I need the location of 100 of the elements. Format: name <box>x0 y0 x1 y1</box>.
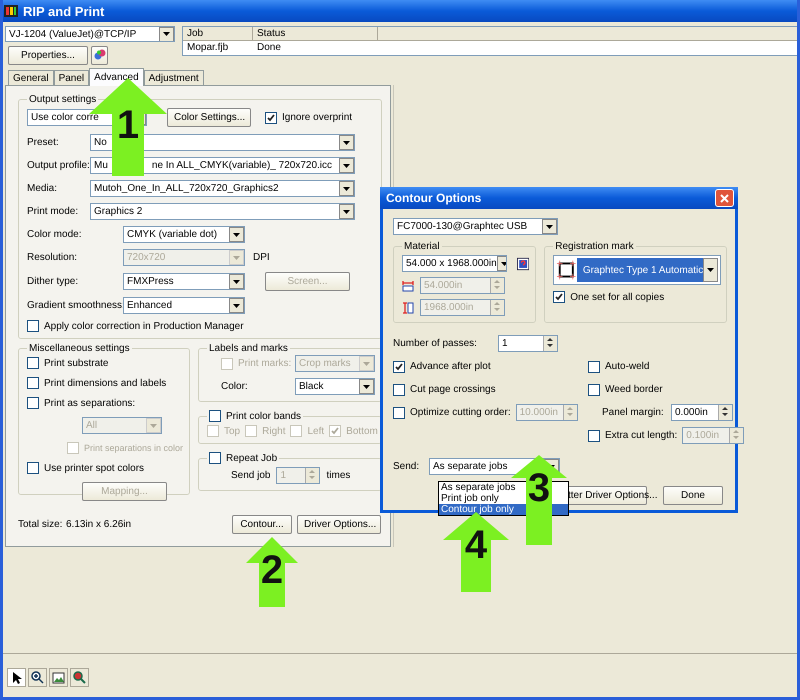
window-title: RIP and Print <box>23 4 104 18</box>
registration-mark-dropdown[interactable]: Graphtec Type 1 Automatic <box>553 255 722 285</box>
field-label: Number of passes: <box>393 338 478 349</box>
checkbox[interactable] <box>553 291 566 303</box>
checkbox-label: Print separations in color <box>84 443 184 453</box>
close-icon <box>720 194 729 202</box>
app-icon <box>4 5 18 17</box>
field-label: Preset: <box>27 137 60 148</box>
group-title: Miscellaneous settings <box>28 343 131 354</box>
caret-icon <box>343 164 350 168</box>
group-title: Material <box>403 241 441 252</box>
field-label: Panel margin: <box>601 407 664 418</box>
unit-label: times <box>326 470 350 481</box>
table-cell-text: Done <box>256 41 282 54</box>
caret-icon <box>233 256 240 260</box>
checkbox[interactable] <box>588 430 600 442</box>
checkbox-label: Right <box>262 426 286 436</box>
checkbox-label: Print color bands <box>226 410 302 422</box>
checkbox-label: Auto-weld <box>605 361 650 372</box>
cursor-icon <box>12 672 22 684</box>
caret-icon <box>343 210 350 214</box>
checkbox[interactable] <box>588 384 600 396</box>
checkbox[interactable] <box>27 377 39 389</box>
registration-mark-icon <box>556 259 577 281</box>
checkbox-label: Ignore overprint <box>282 112 352 123</box>
picture-icon <box>52 672 65 684</box>
checkbox[interactable] <box>209 410 221 422</box>
dropdown-field[interactable]: FMXPress <box>123 273 245 290</box>
checkbox-label: One set for all copies <box>570 292 664 302</box>
checkbox[interactable] <box>27 320 39 332</box>
tab[interactable]: Adjustment <box>144 70 204 85</box>
tab[interactable]: General <box>8 70 54 85</box>
column-header[interactable]: Job <box>183 27 253 40</box>
caret-icon <box>343 186 350 190</box>
image-tool[interactable] <box>49 668 68 687</box>
dropdown-field[interactable]: CMYK (variable dot) <box>123 226 245 243</box>
checkbox[interactable] <box>27 357 39 369</box>
checkbox[interactable] <box>588 360 600 372</box>
zoom-tool[interactable] <box>28 668 47 687</box>
dropdown-field[interactable]: Black <box>295 378 375 395</box>
dropdown-field[interactable]: Mutoh_One_In_ALL_720x720_Graphics2 <box>90 180 355 197</box>
zoom-in-icon <box>31 671 44 684</box>
width-icon <box>402 280 414 292</box>
checkbox-label: Apply color correction in Production Manager <box>44 320 244 332</box>
tab[interactable]: Panel <box>54 70 90 85</box>
close-button[interactable] <box>715 189 734 207</box>
column-header[interactable]: Status <box>253 27 378 40</box>
field-label: Send job <box>231 470 270 481</box>
table-cell-text: Mopar.fjb <box>186 41 230 54</box>
properties-button[interactable]: Properties... <box>8 46 88 65</box>
field-label: Resolution: <box>27 252 78 263</box>
color-button[interactable] <box>91 46 108 65</box>
field-label: Total size: <box>18 519 64 530</box>
caret-icon <box>233 232 240 236</box>
checkbox-label: Print marks: <box>238 358 292 369</box>
magnifier-icon <box>73 671 86 684</box>
field-label: Color mode: <box>27 229 82 240</box>
checkbox[interactable] <box>265 112 277 124</box>
help-icon[interactable] <box>517 256 530 270</box>
unit-label: DPI <box>253 252 270 263</box>
dropdown-field[interactable]: VJ-1204 (ValueJet)@TCP/IP <box>5 26 175 42</box>
height-icon <box>402 302 414 314</box>
driver-options-button[interactable]: Driver Options... <box>297 515 381 534</box>
color-settings-button[interactable]: Color Settings... <box>167 108 251 127</box>
checkbox-label: Use printer spot colors <box>44 462 144 474</box>
field-label: Color: <box>220 381 249 392</box>
caret-icon <box>163 32 170 36</box>
checkbox-label: Print as separations: <box>44 398 136 408</box>
color-circles-icon <box>94 48 106 60</box>
checkbox-label: Repeat Job <box>226 452 278 464</box>
caret-icon <box>363 362 370 366</box>
checkbox[interactable] <box>27 462 39 474</box>
checkbox-label: Advance after plot <box>410 361 491 372</box>
dropdown-field[interactable]: Graphics 2 <box>90 203 355 220</box>
caret-icon <box>343 140 350 144</box>
spin-field[interactable]: 0.000in <box>671 404 733 421</box>
checkbox-label: Cut page crossings <box>410 384 496 395</box>
spin-field[interactable]: 1 <box>498 335 558 352</box>
checkbox[interactable] <box>393 384 405 396</box>
checkbox[interactable] <box>209 452 221 464</box>
caret-icon <box>150 424 157 428</box>
checkbox-label: Weed border <box>605 384 663 395</box>
done-button[interactable]: Done <box>663 486 723 505</box>
step-arrow: 2 <box>246 537 298 607</box>
dropdown-field[interactable]: Enhanced <box>123 297 245 314</box>
caret-icon <box>500 262 506 266</box>
checkbox-label: Left <box>307 426 324 436</box>
caret-icon <box>233 304 240 308</box>
dropdown-field[interactable]: FC7000-130@Graphtec USB <box>393 218 558 235</box>
checkbox[interactable] <box>393 406 405 418</box>
checkbox[interactable] <box>393 360 405 372</box>
contour-button[interactable]: Contour... <box>232 515 292 534</box>
caret-icon <box>546 224 553 228</box>
tab[interactable]: Advanced <box>89 68 144 86</box>
dropdown-field[interactable]: 54.000 x 1968.000in <box>402 255 507 272</box>
pointer-tool[interactable] <box>7 668 26 687</box>
magnifier-tool[interactable] <box>70 668 89 687</box>
field-label: Dither type: <box>27 276 80 287</box>
checkbox[interactable] <box>27 397 39 409</box>
caret-icon <box>233 280 240 284</box>
